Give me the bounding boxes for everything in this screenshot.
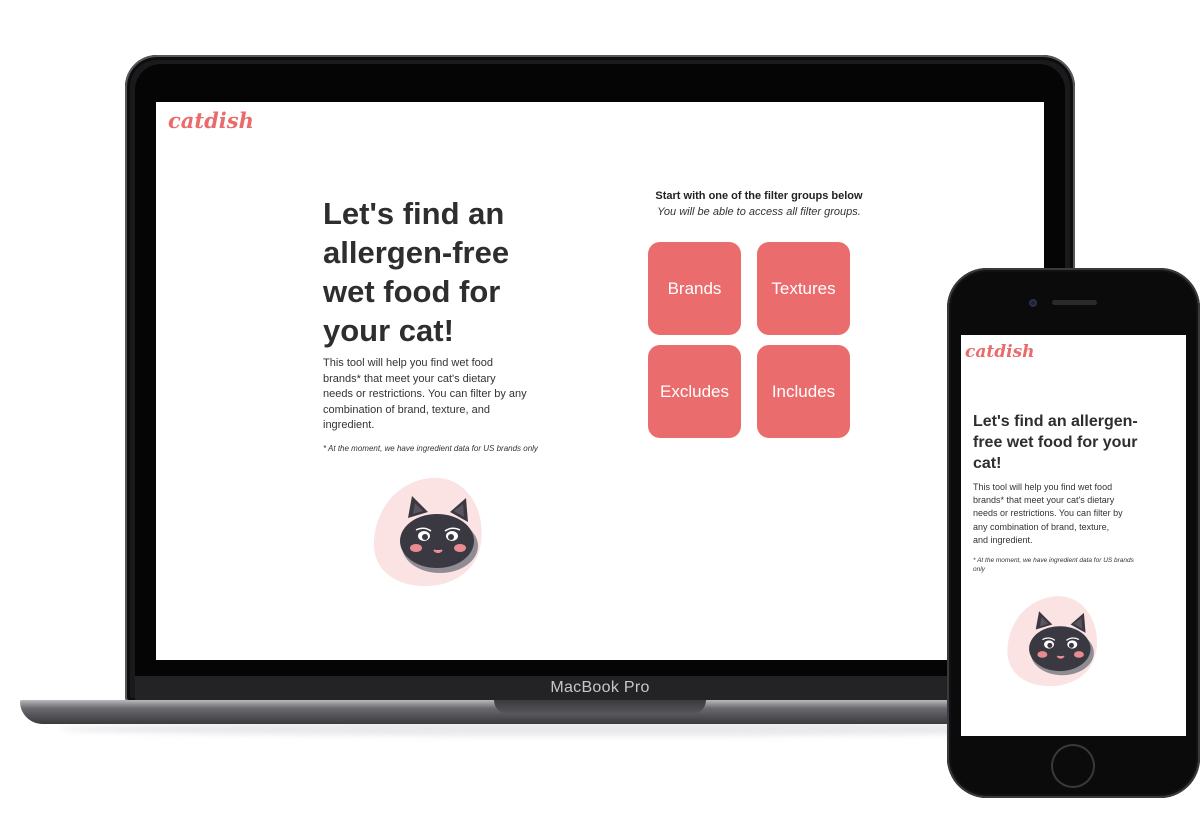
hero-title: Let's find an allergen- free wet food fo… [973, 411, 1181, 474]
hero-title-line: cat! [973, 455, 1002, 472]
description-line: and ingredient. [973, 534, 1033, 545]
phone-camera [1029, 299, 1037, 307]
hero-description: This tool will help you find wet food br… [973, 481, 1178, 547]
footnote-line: * At the moment, we have ingredient data… [973, 557, 1134, 564]
cat-face-icon [373, 477, 482, 587]
textures-filter-button[interactable]: Textures [757, 242, 850, 335]
hero-title-line: Let's find an [323, 196, 505, 231]
footnote: * At the moment, we have ingredient data… [973, 556, 1178, 574]
hero-description: This tool will help you find wet food br… [323, 356, 583, 434]
hero-title-line: free wet food for your [973, 434, 1138, 451]
logo[interactable]: catdish [168, 108, 254, 133]
filter-heading: Start with one of the filter groups belo… [655, 190, 863, 202]
footnote: * At the moment, we have ingredient data… [323, 444, 538, 453]
description-line: brands* that meet your cat's dietary [973, 495, 1115, 506]
excludes-filter-button[interactable]: Excludes [648, 345, 741, 438]
includes-filter-button[interactable]: Includes [757, 345, 850, 438]
hero-title: Let's find an allergen-free wet food for… [323, 194, 613, 350]
description-line: needs or restrictions. You can filter by [973, 508, 1123, 519]
laptop-notch [494, 700, 706, 714]
phone-speaker [1052, 300, 1097, 305]
laptop-screen: catdish Let's find an allergen-free wet … [156, 102, 1044, 660]
footnote-line: only [973, 566, 985, 573]
description-line: any combination of brand, texture, [973, 521, 1110, 532]
description-line: combination of brand, texture, and [323, 403, 490, 416]
brands-filter-button[interactable]: Brands [648, 242, 741, 335]
phone-screen: catdish Let's find an allergen- free wet… [961, 335, 1186, 736]
phone-home-button[interactable] [1051, 744, 1095, 788]
logo[interactable]: catdish [965, 342, 1035, 362]
description-line: This tool will help you find wet food [973, 482, 1113, 492]
description-line: ingredient. [323, 419, 375, 431]
hero-title-line: your cat! [323, 313, 454, 348]
hero-title-line: allergen-free [323, 235, 510, 270]
hero-title-line: Let's find an allergen- [973, 413, 1138, 430]
description-line: needs or restrictions. You can filter by… [323, 388, 527, 400]
cat-face-icon [1007, 596, 1097, 687]
description-line: This tool will help you find wet food [323, 357, 493, 369]
filter-subheading: You will be able to access all filter gr… [657, 206, 861, 218]
hero-title-line: wet food for [323, 274, 501, 309]
description-line: brands* that meet your cat's dietary [323, 372, 496, 385]
